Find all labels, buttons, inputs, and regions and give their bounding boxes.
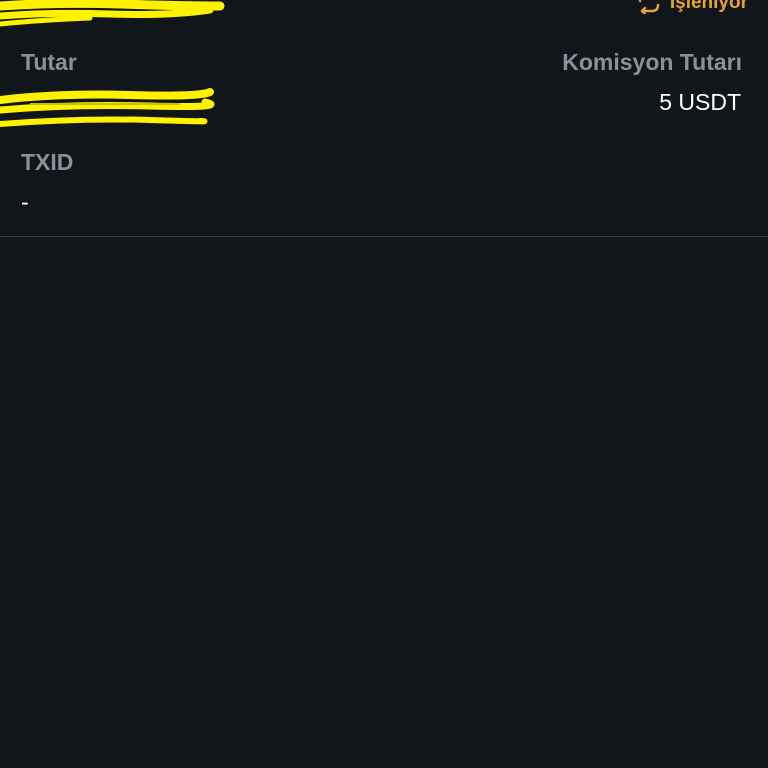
sync-icon bbox=[636, 0, 662, 14]
status-label: İşleniyor bbox=[669, 0, 748, 13]
fee-value: 5 USDT bbox=[659, 89, 741, 115]
fee-label: Komisyon Tutarı bbox=[562, 49, 742, 75]
transaction-detail-page: İşleniyor Tutar Komisyon Tutarı 5 USDT T… bbox=[0, 0, 768, 768]
amount-label: Tutar bbox=[21, 49, 77, 75]
divider bbox=[0, 236, 768, 237]
status-badge: İşleniyor bbox=[636, 0, 748, 14]
txid-label: TXID bbox=[21, 149, 74, 175]
txid-value: - bbox=[21, 189, 29, 215]
